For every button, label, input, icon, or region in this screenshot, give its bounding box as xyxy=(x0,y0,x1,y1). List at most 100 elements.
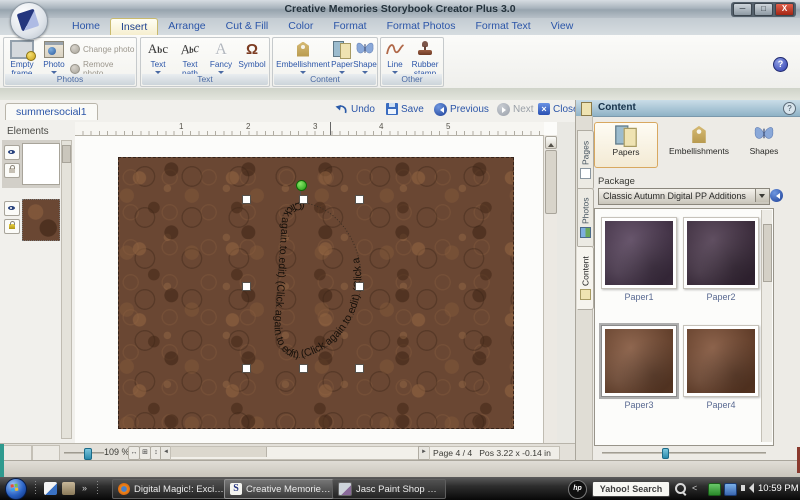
scrollbar-thumb[interactable] xyxy=(545,150,557,214)
shapes-category-button[interactable]: Shapes xyxy=(738,122,790,166)
undo-button[interactable]: Undo xyxy=(334,103,375,115)
dropdown-arrow-button[interactable] xyxy=(755,189,769,202)
side-tab-photos[interactable]: Photos xyxy=(577,188,594,248)
side-tab-pages[interactable]: Pages xyxy=(577,130,594,190)
tray-volume-icon[interactable] xyxy=(741,485,745,491)
paper-item-4[interactable]: Paper4 xyxy=(683,325,759,410)
maximize-button[interactable]: □ xyxy=(754,3,773,16)
rubber-stamp-button[interactable]: Rubber stamp xyxy=(409,39,441,78)
paper-thumbnail[interactable] xyxy=(687,329,755,393)
fancy-button[interactable]: A Fancy xyxy=(207,39,235,79)
thumbnail-size-thumb[interactable] xyxy=(662,448,669,459)
visibility-toggle[interactable] xyxy=(4,201,20,216)
minimize-button[interactable]: ─ xyxy=(733,3,752,16)
help-button[interactable]: ? xyxy=(773,57,788,72)
tab-format-text[interactable]: Format Text xyxy=(465,18,540,35)
visibility-toggle[interactable] xyxy=(4,145,20,160)
document-tab[interactable]: summersocial1 xyxy=(5,103,98,120)
grid-scrollbar[interactable] xyxy=(761,210,772,442)
selection-handle[interactable] xyxy=(299,195,308,204)
photo-button[interactable]: Photo xyxy=(40,39,68,79)
start-button[interactable] xyxy=(5,478,27,500)
task-button-paint-shop-pro[interactable]: Jasc Paint Shop Pro ... xyxy=(332,479,446,499)
elements-scrollbar[interactable] xyxy=(61,140,72,439)
omega-symbol-icon: Ω xyxy=(246,45,258,54)
hp-logo-icon[interactable]: hp xyxy=(568,480,587,499)
package-back-button[interactable] xyxy=(770,189,783,202)
paper-thumbnail[interactable] xyxy=(687,221,755,285)
tray-network-icon[interactable] xyxy=(724,483,737,496)
search-magnifier-icon[interactable] xyxy=(675,483,686,494)
save-button[interactable]: Save xyxy=(386,103,424,115)
lock-toggle[interactable] xyxy=(4,163,20,178)
lock-toggle[interactable] xyxy=(4,219,20,234)
selection-handle[interactable] xyxy=(355,364,364,373)
scroll-up-button[interactable] xyxy=(545,136,557,149)
app-logo-icon[interactable] xyxy=(10,2,48,40)
paper-item-2[interactable]: Paper2 xyxy=(683,217,759,302)
elements-panel-title: Elements xyxy=(7,126,49,137)
tab-color[interactable]: Color xyxy=(278,18,323,35)
paper-item-3[interactable]: Paper3 xyxy=(601,325,677,410)
embellishments-category-button[interactable]: Embellishments xyxy=(664,122,734,166)
rotation-handle[interactable] xyxy=(296,180,307,191)
tray-icon-green[interactable] xyxy=(708,483,721,496)
shape-button[interactable]: Shape xyxy=(353,39,377,79)
canvas-horizontal-scrollbar[interactable] xyxy=(170,446,419,460)
selection-handle[interactable] xyxy=(355,282,364,291)
canvas-vertical-scrollbar[interactable] xyxy=(543,135,557,443)
pages-icon xyxy=(580,168,591,179)
tab-format[interactable]: Format xyxy=(323,18,376,35)
previous-button[interactable]: Previous xyxy=(434,103,489,116)
tab-home[interactable]: Home xyxy=(62,18,110,35)
window-controls: ─ □ X xyxy=(731,2,796,17)
tab-cut-fill[interactable]: Cut & Fill xyxy=(216,18,279,35)
text-path-button[interactable]: Abc Text path xyxy=(175,39,205,78)
element-item-paper[interactable] xyxy=(2,196,60,244)
quick-launch-icon-1[interactable] xyxy=(44,482,57,495)
quick-launch-icon-2[interactable] xyxy=(62,482,75,495)
selection-handle[interactable] xyxy=(242,282,251,291)
paper-item-1[interactable]: Paper1 xyxy=(601,217,677,302)
tab-insert[interactable]: Insert xyxy=(110,18,158,35)
change-photo-button: Change photo xyxy=(70,44,134,54)
papers-category-button[interactable]: Papers xyxy=(594,122,658,168)
quick-launch-overflow-chevron[interactable]: » xyxy=(82,483,87,493)
symbol-button[interactable]: Ω Symbol xyxy=(237,39,267,69)
chevron-left-icon xyxy=(773,193,780,199)
panel-help-button[interactable]: ? xyxy=(783,102,796,115)
close-document-button[interactable]: × Close xyxy=(538,103,579,115)
selection-handle[interactable] xyxy=(355,195,364,204)
paper-thumbnail[interactable] xyxy=(605,221,673,285)
tray-collapse-chevron[interactable]: < xyxy=(692,483,697,493)
side-tab-content[interactable]: Content xyxy=(577,246,594,310)
thumbnail-size-slider[interactable] xyxy=(602,452,766,454)
paper-thumbnail[interactable] xyxy=(605,329,673,393)
task-button-creative-memories[interactable]: S Creative Memories ... xyxy=(224,479,338,499)
circular-text[interactable]: (Click again to edit) (Click again to ed… xyxy=(272,199,365,360)
task-button-digital-magic[interactable]: Digital Magic!: Exciti... xyxy=(112,479,230,499)
selection-handle[interactable] xyxy=(242,195,251,204)
scrollbar-thumb[interactable] xyxy=(62,145,71,163)
element-thumbnail[interactable] xyxy=(22,199,60,241)
paper-button[interactable]: Paper xyxy=(331,39,353,79)
element-item-text-path[interactable] xyxy=(2,140,60,188)
selection-handle[interactable] xyxy=(299,364,308,373)
text-path-object[interactable]: (Click again to edit) (Click again to ed… xyxy=(255,195,370,370)
embellishment-button[interactable]: Embellishment xyxy=(275,39,331,79)
yahoo-search-input[interactable]: Yahoo! Search xyxy=(592,481,670,497)
scrollbar-thumb[interactable] xyxy=(171,447,267,457)
line-button[interactable]: Line xyxy=(383,39,407,79)
empty-frame-button[interactable]: Empty frame xyxy=(6,39,38,78)
tab-arrange[interactable]: Arrange xyxy=(158,18,215,35)
close-button[interactable]: X xyxy=(775,3,794,16)
zoom-slider-thumb[interactable] xyxy=(84,448,92,460)
tab-view[interactable]: View xyxy=(541,18,584,35)
next-arrow-icon xyxy=(497,103,510,116)
tab-format-photos[interactable]: Format Photos xyxy=(377,18,466,35)
element-thumbnail[interactable] xyxy=(22,143,60,185)
text-button[interactable]: Abc Text xyxy=(143,39,173,79)
package-dropdown[interactable]: Classic Autumn Digital PP Additions xyxy=(598,188,770,205)
selection-handle[interactable] xyxy=(242,364,251,373)
scrollbar-thumb[interactable] xyxy=(763,224,772,282)
